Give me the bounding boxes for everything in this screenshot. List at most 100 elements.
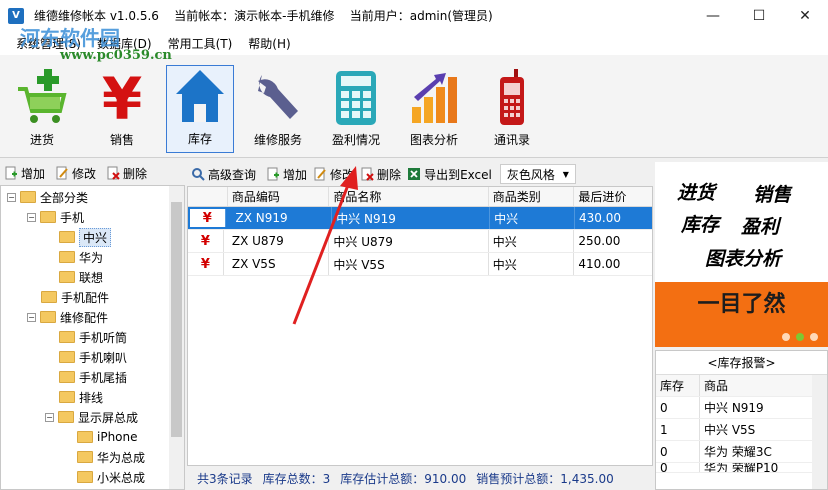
tree-node[interactable]: 联想 — [59, 267, 103, 287]
tree-node[interactable]: − 显示屏总成 — [45, 407, 138, 427]
stock-alarm-panel: <库存报警> 库存 商品 0 中兴 N919 1 中兴 V5S 0 华为 荣耀3… — [655, 350, 828, 490]
tree-node[interactable]: 华为总成 — [77, 447, 145, 467]
product-add-button[interactable]: 增加 — [266, 166, 307, 183]
toolbar-inventory-button[interactable]: 库存 — [166, 65, 234, 153]
wrench-icon — [258, 75, 298, 119]
tree-node-label-selected: 中兴 — [79, 227, 112, 247]
product-category: 中兴 — [490, 207, 576, 229]
alarm-scrollbar[interactable] — [812, 375, 827, 489]
folder-icon — [59, 391, 75, 403]
tree-node[interactable]: 手机配件 — [41, 287, 109, 307]
advanced-search-button[interactable]: 高级查询 — [191, 166, 256, 183]
toolbar-profit-label: 盈利情况 — [331, 133, 380, 147]
delete-doc-icon — [107, 166, 120, 180]
folder-icon — [59, 371, 75, 383]
calculator-icon — [336, 71, 376, 125]
collapse-icon[interactable]: − — [45, 412, 54, 422]
table-row[interactable]: ¥ ZX U879 中兴 U879 中兴 250.00 — [188, 230, 652, 253]
grid-header-cell[interactable]: 商品类别 — [489, 187, 575, 206]
product-name: 中兴 N919 — [332, 207, 491, 229]
theme-style-select[interactable]: 灰色风格 ▼ — [499, 164, 576, 184]
tree-node-label: 小米总成 — [97, 470, 146, 485]
category-delete-button[interactable]: 删除 — [106, 165, 147, 182]
promo-banner[interactable]: 进货 销售 库存 盈利 图表分析 一目了然 — [655, 162, 828, 347]
product-price: 410.00 — [578, 257, 621, 271]
table-row[interactable]: ¥ ZX N919 中兴 N919 中兴 430.00 — [188, 207, 652, 230]
mobile-phone-icon — [500, 69, 524, 125]
svg-text:¥: ¥ — [102, 67, 142, 127]
stock-value-total: 库存估计总额：910.00 — [340, 471, 467, 486]
alarm-qty: 0 — [656, 463, 700, 472]
tree-node[interactable]: 华为 — [59, 247, 103, 267]
alarm-qty: 0 — [656, 397, 700, 418]
toolbar-purchase-button[interactable]: 进货 — [8, 67, 76, 151]
edit-doc-icon — [314, 167, 326, 181]
collapse-icon[interactable]: − — [27, 212, 36, 222]
edit-doc-icon — [56, 166, 68, 180]
category-toolbar: 增加 修改 删除 — [0, 162, 185, 184]
close-button[interactable]: ✕ — [782, 0, 828, 31]
menu-tools[interactable]: 常用工具(T) — [160, 35, 241, 52]
tree-node[interactable]: 中兴 — [59, 227, 112, 247]
alarm-row[interactable]: 1 中兴 V5S — [656, 419, 827, 441]
carousel-dot[interactable] — [782, 333, 790, 341]
export-excel-label: 导出到Excel — [424, 167, 492, 182]
collapse-icon[interactable]: − — [27, 312, 36, 322]
collapse-icon[interactable]: − — [7, 192, 16, 202]
maximize-button[interactable]: ☐ — [736, 0, 782, 31]
tree-node[interactable]: 手机喇叭 — [59, 347, 127, 367]
tree-node-label: 手机尾插 — [79, 370, 128, 385]
tree-node[interactable]: 小米总成 — [77, 467, 145, 487]
carousel-dot-active[interactable] — [796, 333, 804, 341]
tree-node-label: 手机 — [60, 210, 85, 225]
house-icon — [176, 70, 224, 122]
folder-icon — [77, 451, 93, 463]
toolbar-chart-label: 图表分析 — [409, 133, 458, 147]
grid-header-cell[interactable]: 商品编码 — [228, 187, 330, 206]
theme-style-value: 灰色风格 — [506, 167, 555, 182]
grid-header-cell[interactable]: 商品名称 — [329, 187, 489, 206]
product-price: 250.00 — [578, 234, 621, 248]
status-bar: 共3条记录 库存总数：3 库存估计总额：910.00 销售预计总额：1,435.… — [187, 468, 653, 488]
grid-header-cell[interactable]: 最后进价 — [574, 187, 652, 206]
toolbar-chart-button[interactable]: 图表分析 — [400, 67, 468, 151]
alarm-row[interactable]: 0 华为 荣耀P10 — [656, 463, 827, 473]
toolbar-contacts-button[interactable]: 通讯录 — [478, 67, 546, 151]
menu-help[interactable]: 帮助(H) — [240, 35, 298, 52]
tree-node-label: 联想 — [79, 270, 104, 285]
stock-alarm-title: <库存报警> — [656, 351, 827, 375]
alarm-item: 华为 荣耀P10 — [704, 463, 779, 472]
export-excel-button[interactable]: 导出到Excel — [407, 166, 492, 183]
toolbar-repair-button[interactable]: 维修服务 — [244, 67, 312, 151]
carousel-dots — [776, 333, 818, 341]
tree-node[interactable]: 手机听筒 — [59, 327, 127, 347]
banner-word: 图表分析 — [705, 248, 782, 270]
tree-node[interactable]: 排线 — [59, 387, 103, 407]
table-row[interactable]: ¥ ZX V5S 中兴 V5S 中兴 410.00 — [188, 253, 652, 276]
menu-system[interactable]: 系统管理(S) — [8, 35, 89, 52]
tree-node[interactable]: iPhone — [77, 427, 138, 447]
menu-database[interactable]: 数据库(D) — [89, 35, 160, 52]
product-delete-button[interactable]: 删除 — [360, 166, 401, 183]
alarm-row[interactable]: 0 华为 荣耀3C — [656, 441, 827, 463]
sales-value-total: 销售预计总额：1,435.00 — [476, 471, 614, 486]
product-name: 中兴 V5S — [329, 253, 489, 275]
toolbar-repair-label: 维修服务 — [253, 133, 302, 147]
product-edit-button[interactable]: 修改 — [313, 166, 354, 183]
toolbar-profit-button[interactable]: 盈利情况 — [322, 67, 390, 151]
carousel-dot[interactable] — [810, 333, 818, 341]
tree-scrollbar-thumb[interactable] — [171, 202, 182, 437]
tree-node[interactable]: − 全部分类 — [7, 187, 88, 207]
tree-node[interactable]: 手机尾插 — [59, 367, 127, 387]
category-add-button[interactable]: 增加 — [4, 165, 45, 182]
tree-node[interactable]: − 手机 — [27, 207, 84, 227]
cart-plus-icon — [18, 69, 67, 123]
product-category: 中兴 — [489, 230, 575, 252]
tree-scrollbar[interactable] — [169, 186, 184, 489]
toolbar-sales-button[interactable]: ¥ 销售 — [88, 67, 156, 151]
category-edit-button[interactable]: 修改 — [55, 165, 96, 182]
alarm-row[interactable]: 0 中兴 N919 — [656, 397, 827, 419]
folder-icon — [41, 291, 57, 303]
minimize-button[interactable]: — — [690, 0, 736, 31]
tree-node[interactable]: − 维修配件 — [27, 307, 108, 327]
